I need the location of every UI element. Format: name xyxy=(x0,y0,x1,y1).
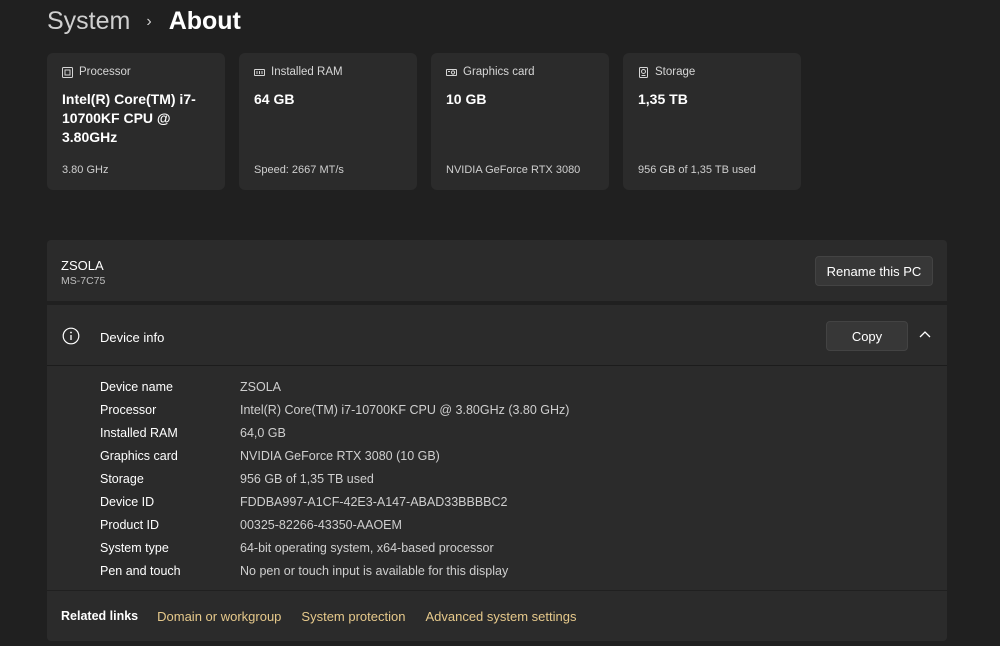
info-value: 956 GB of 1,35 TB used xyxy=(240,471,374,486)
ram-icon xyxy=(254,67,265,78)
rename-pc-button[interactable]: Rename this PC xyxy=(815,256,933,286)
info-row-graphics-card: Graphics card NVIDIA GeForce RTX 3080 (1… xyxy=(100,444,569,467)
device-info-rows: Device name ZSOLA Processor Intel(R) Cor… xyxy=(100,375,569,582)
info-icon xyxy=(62,327,80,345)
card-sub: Speed: 2667 MT/s xyxy=(254,164,344,176)
card-graphics-card: Graphics card 10 GB NVIDIA GeForce RTX 3… xyxy=(431,53,609,190)
card-label: Processor xyxy=(79,66,131,78)
info-value: Intel(R) Core(TM) i7-10700KF CPU @ 3.80G… xyxy=(240,402,570,417)
card-storage: Storage 1,35 TB 956 GB of 1,35 TB used xyxy=(623,53,801,190)
info-value: ZSOLA xyxy=(240,379,281,394)
related-links-title: Related links xyxy=(61,609,139,623)
info-key: Product ID xyxy=(100,517,160,532)
info-value: 64-bit operating system, x64-based proce… xyxy=(240,540,494,555)
card-value: 1,35 TB xyxy=(638,91,688,107)
pc-model: MS-7C75 xyxy=(61,275,106,287)
info-row-device-name: Device name ZSOLA xyxy=(100,375,569,398)
chevron-up-icon[interactable] xyxy=(917,327,933,343)
card-value: 10 GB xyxy=(446,91,487,107)
about-page: System › About Processor Intel(R) Core(T… xyxy=(0,0,1000,646)
info-key: Device name xyxy=(100,379,173,394)
breadcrumb-system[interactable]: System xyxy=(47,7,130,36)
info-row-installed-ram: Installed RAM 64,0 GB xyxy=(100,421,569,444)
card-label: Installed RAM xyxy=(271,66,343,78)
device-info-title: Device info xyxy=(100,330,165,345)
card-sub: 3.80 GHz xyxy=(62,164,109,176)
processor-icon xyxy=(62,66,73,78)
card-sub: 956 GB of 1,35 TB used xyxy=(638,164,756,176)
card-value: Intel(R) Core(TM) i7-10700KF CPU @ 3.80G… xyxy=(62,91,196,145)
link-advanced-system-settings[interactable]: Advanced system settings xyxy=(425,609,576,624)
card-label: Storage xyxy=(655,66,696,78)
card-value: 64 GB xyxy=(254,91,295,107)
info-row-device-id: Device ID FDDBA997-A1CF-42E3-A147-ABAD33… xyxy=(100,490,569,513)
info-key: System type xyxy=(100,540,169,555)
card-label: Graphics card xyxy=(463,66,535,78)
info-row-pen-and-touch: Pen and touch No pen or touch input is a… xyxy=(100,559,569,582)
info-key: Device ID xyxy=(100,494,155,509)
spec-cards: Processor Intel(R) Core(TM) i7-10700KF C… xyxy=(47,53,801,190)
pc-name: ZSOLA xyxy=(61,258,104,273)
card-processor: Processor Intel(R) Core(TM) i7-10700KF C… xyxy=(47,53,225,190)
related-links-panel: Related links Domain or workgroup System… xyxy=(47,591,947,641)
breadcrumb: System › About xyxy=(47,4,241,38)
link-domain-or-workgroup[interactable]: Domain or workgroup xyxy=(157,609,281,624)
pc-name-panel: ZSOLA MS-7C75 Rename this PC xyxy=(47,240,947,301)
page-title: About xyxy=(168,6,241,35)
info-row-storage: Storage 956 GB of 1,35 TB used xyxy=(100,467,569,490)
info-value: FDDBA997-A1CF-42E3-A147-ABAD33BBBBC2 xyxy=(240,494,508,509)
storage-icon xyxy=(638,66,649,78)
info-key: Installed RAM xyxy=(100,425,178,440)
info-value: No pen or touch input is available for t… xyxy=(240,563,509,578)
info-row-system-type: System type 64-bit operating system, x64… xyxy=(100,536,569,559)
link-system-protection[interactable]: System protection xyxy=(301,609,405,624)
card-installed-ram: Installed RAM 64 GB Speed: 2667 MT/s xyxy=(239,53,417,190)
info-row-product-id: Product ID 00325-82266-43350-AAOEM xyxy=(100,513,569,536)
copy-button[interactable]: Copy xyxy=(826,321,908,351)
info-key: Pen and touch xyxy=(100,563,181,578)
device-info-panel: Device info Copy Device name ZSOLA Proce… xyxy=(47,305,947,590)
info-value: 00325-82266-43350-AAOEM xyxy=(240,517,402,532)
graphics-card-icon xyxy=(446,67,457,78)
info-key: Storage xyxy=(100,471,144,486)
info-key: Processor xyxy=(100,402,157,417)
info-value: 64,0 GB xyxy=(240,425,286,440)
breadcrumb-separator-icon: › xyxy=(146,12,152,30)
info-key: Graphics card xyxy=(100,448,178,463)
card-sub: NVIDIA GeForce RTX 3080 xyxy=(446,164,581,176)
info-row-processor: Processor Intel(R) Core(TM) i7-10700KF C… xyxy=(100,398,569,421)
device-info-header[interactable]: Device info Copy xyxy=(47,305,947,366)
info-value: NVIDIA GeForce RTX 3080 (10 GB) xyxy=(240,448,440,463)
